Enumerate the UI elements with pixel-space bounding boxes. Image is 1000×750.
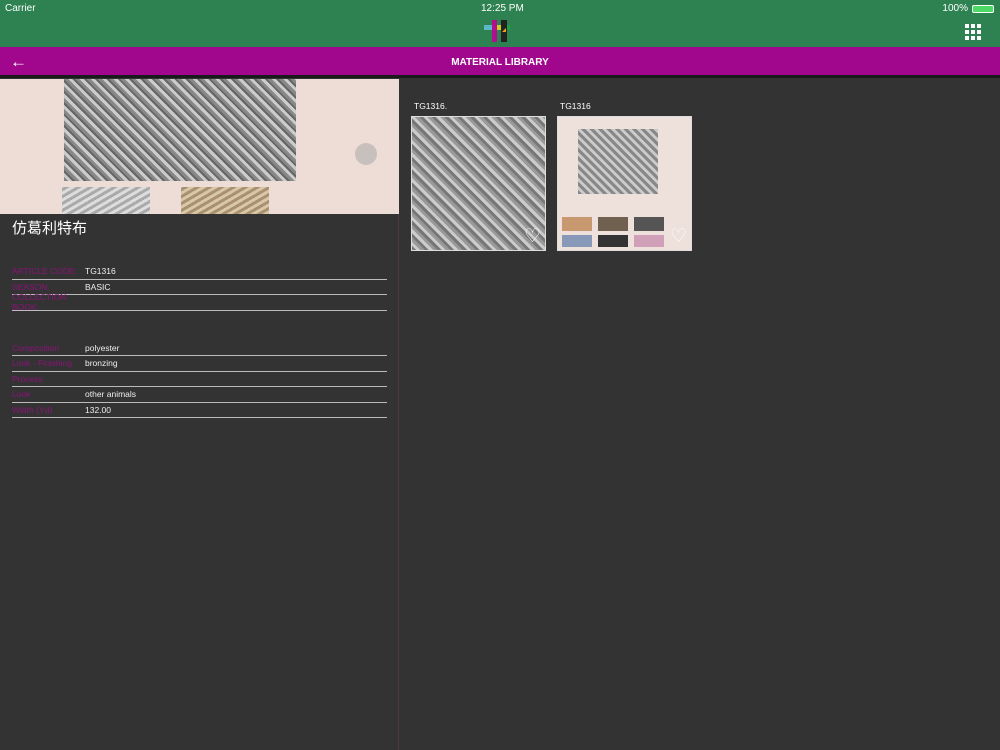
field-label: Width (Yd) <box>12 404 53 415</box>
battery-level: 100% <box>942 3 968 14</box>
field-value: bronzing <box>85 358 118 369</box>
field-label: Composition <box>12 342 60 353</box>
field-row: COLLECTION BOOK: <box>12 292 387 313</box>
field-label: Look <box>12 389 31 400</box>
field-row: Process <box>12 372 387 387</box>
field-row: Composition polyester <box>12 341 387 356</box>
field-label: ARTICLE CODE: <box>12 266 78 277</box>
heart-icon[interactable]: ♡ <box>670 225 687 248</box>
clock: 12:25 PM <box>481 3 524 14</box>
status-bar: Carrier 12:25 PM 100% <box>0 0 1000 47</box>
card-image[interactable]: ♡ <box>557 116 692 251</box>
card-image[interactable]: ♡ <box>411 116 546 251</box>
heart-icon[interactable]: ♡ <box>524 225 541 248</box>
field-row: Look other animals <box>12 387 387 403</box>
field-value: polyester <box>85 342 120 353</box>
detail-panel: 仿葛利特布 ARTICLE CODE: TG1316 SEASON: BASIC C… <box>0 79 399 750</box>
field-value: BASIC <box>85 281 111 292</box>
field-label: Look - Finishing <box>12 358 73 369</box>
gallery-card[interactable]: TG1316 ♡ <box>557 101 692 251</box>
gallery-card[interactable]: TG1316. ♡ <box>411 101 546 251</box>
field-value: TG1316 <box>85 266 116 277</box>
nav-bar: ← MATERIAL LIBRARY <box>0 47 1000 78</box>
field-value: other animals <box>85 389 137 400</box>
field-row: Width (Yd) 132.00 <box>12 403 387 418</box>
field-value: 132.00 <box>85 404 111 415</box>
carrier: Carrier <box>5 3 36 14</box>
field-row: Look - Finishing bronzing <box>12 356 387 372</box>
field-label: COLLECTION BOOK: <box>12 292 67 313</box>
card-title: TG1316 <box>560 101 591 111</box>
card-title: TG1316. <box>414 101 448 111</box>
product-name: 仿葛利特布 <box>12 220 88 237</box>
field-label: Process <box>12 373 43 384</box>
apps-grid-icon[interactable] <box>965 24 981 40</box>
battery-icon <box>972 5 994 13</box>
field-label: SEASON: <box>12 281 50 292</box>
app-logo <box>484 20 510 42</box>
product-image[interactable] <box>0 79 399 214</box>
field-row: ARTICLE CODE: TG1316 <box>12 264 387 280</box>
page-title: MATERIAL LIBRARY <box>451 57 549 68</box>
